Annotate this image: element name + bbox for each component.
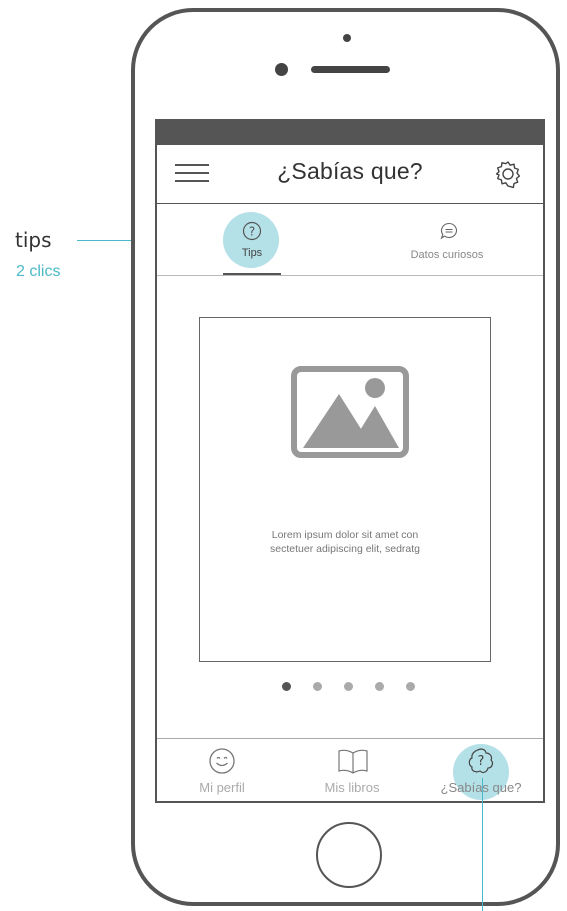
tab-datos-label: Datos curiosos xyxy=(410,249,484,261)
page-title: ¿Sabías que? xyxy=(277,158,423,184)
annotation-clicks-label: 2 clics xyxy=(16,263,61,280)
nav-label: Mis libros xyxy=(324,780,380,795)
nav-label: ¿Sabías que? xyxy=(440,780,522,795)
page-dot[interactable] xyxy=(313,682,322,691)
front-camera xyxy=(275,63,288,76)
annotation-connector-nav xyxy=(482,778,483,911)
nav-item-sabias-que[interactable]: ? ¿Sabías que? xyxy=(429,739,533,801)
page-dot-active[interactable] xyxy=(282,682,291,691)
tip-card[interactable]: Lorem ipsum dolor sit amet con sectetuer… xyxy=(199,317,491,662)
nav-label: Mi perfil xyxy=(199,780,245,795)
smiley-icon xyxy=(208,747,236,780)
speech-bubble-icon xyxy=(439,221,459,246)
annotation-tips-label: tips xyxy=(15,228,52,252)
status-bar xyxy=(157,121,543,145)
nav-item-mis-libros[interactable]: Mis libros xyxy=(302,739,402,801)
svg-text:?: ? xyxy=(478,754,485,769)
active-tab-indicator xyxy=(223,273,281,275)
svg-text:?: ? xyxy=(249,225,255,239)
nav-item-mi-perfil[interactable]: Mi perfil xyxy=(175,739,269,801)
open-book-icon xyxy=(336,747,370,780)
tab-bar: ? Tips Datos curiosos xyxy=(157,203,543,276)
tab-tips-label: Tips xyxy=(241,247,263,259)
speaker-grille xyxy=(311,66,390,73)
bottom-navigation: Mi perfil Mis libros ? ¿Sabías que? xyxy=(157,738,543,801)
gear-icon[interactable] xyxy=(493,159,523,189)
image-placeholder-icon xyxy=(291,366,409,463)
app-screen: ¿Sabías que? ? Tips Datos curiosos Lorem… xyxy=(155,119,545,803)
question-circle-icon: ? xyxy=(242,221,262,246)
tip-text: Lorem ipsum dolor sit amet con sectetuer… xyxy=(220,528,470,556)
camera-dot xyxy=(343,34,351,42)
question-bubble-icon: ? xyxy=(466,747,496,782)
home-button[interactable] xyxy=(316,822,382,888)
page-dot[interactable] xyxy=(406,682,415,691)
carousel-pagination xyxy=(282,682,422,692)
page-dot[interactable] xyxy=(375,682,384,691)
page-dot[interactable] xyxy=(344,682,353,691)
tip-text-line: Lorem ipsum dolor sit amet con xyxy=(271,529,419,541)
app-header: ¿Sabías que? xyxy=(157,145,543,204)
tip-text-line: sectetuer adipiscing elit, sedratg xyxy=(270,543,420,555)
